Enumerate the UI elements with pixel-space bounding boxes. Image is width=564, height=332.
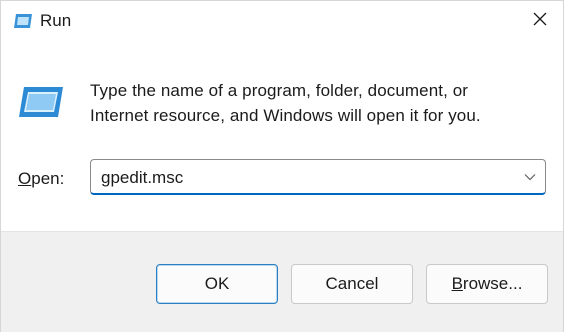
run-app-icon <box>13 13 33 29</box>
window-title: Run <box>40 11 72 30</box>
browse-label-text: rowse... <box>462 274 523 293</box>
title-bar[interactable]: Run <box>1 1 563 43</box>
run-dialog: Run Type the name of a program, folder, … <box>0 0 564 332</box>
ok-button[interactable]: OK <box>156 264 278 304</box>
close-icon <box>532 11 548 32</box>
chevron-down-icon[interactable] <box>521 168 539 186</box>
browse-accelerator: B <box>451 274 463 293</box>
description-line-2: Internet resource, and Windows will open… <box>90 106 481 125</box>
cancel-button[interactable]: Cancel <box>291 264 413 304</box>
open-combobox[interactable]: gpedit.msc <box>90 159 546 195</box>
open-label: Open: <box>18 168 64 190</box>
description-text: Type the name of a program, folder, docu… <box>90 78 530 128</box>
open-label-text: pen: <box>31 169 65 188</box>
run-icon <box>18 86 64 118</box>
dialog-content: Type the name of a program, folder, docu… <box>1 43 563 231</box>
browse-button[interactable]: Browse... <box>426 264 548 304</box>
command-input[interactable]: gpedit.msc <box>101 167 183 189</box>
close-button[interactable] <box>517 1 563 41</box>
open-label-accelerator: O <box>18 169 32 188</box>
description-line-1: Type the name of a program, folder, docu… <box>90 81 469 100</box>
button-bar: OK Cancel Browse... <box>1 231 563 332</box>
